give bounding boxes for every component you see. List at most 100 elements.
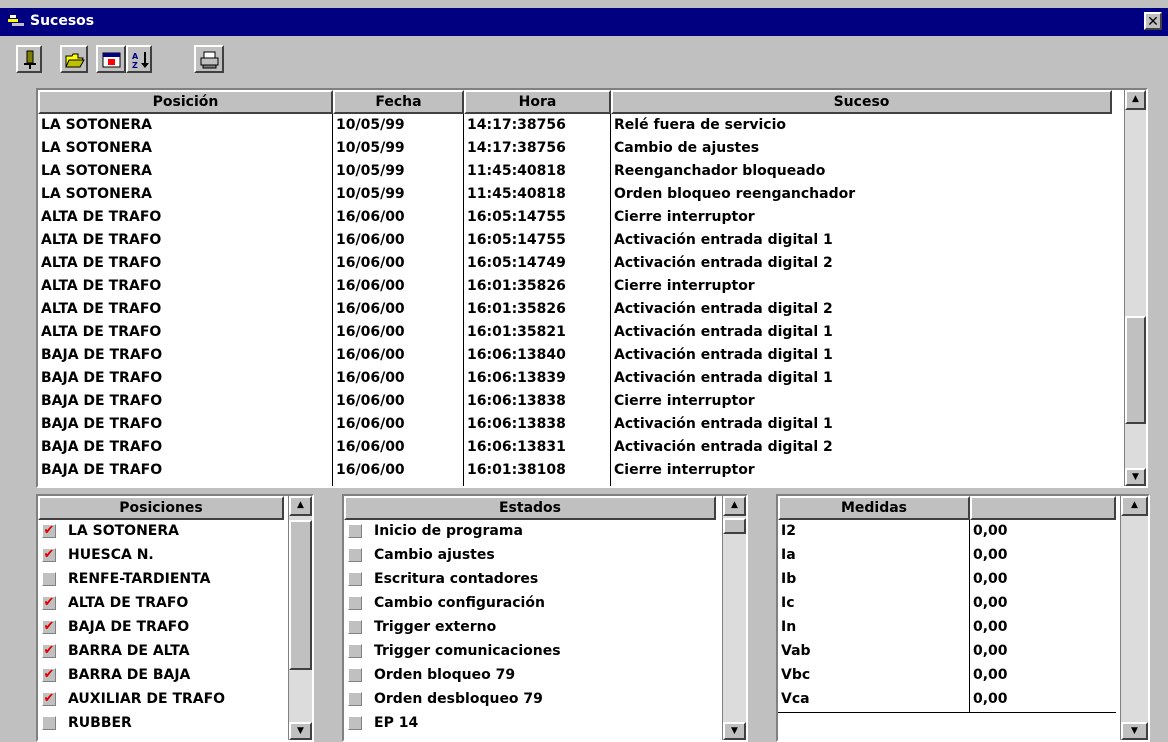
checked-checkbox-icon[interactable]: ✔ [42, 644, 56, 658]
table-row[interactable]: ALTA DE TRAFO 16/06/00 16:01:35821 Activaci… [38, 321, 1112, 344]
list-item-label: Orden desbloqueo 79 [374, 691, 543, 707]
cell-posicion: BAJA DE TRAFO [41, 347, 163, 363]
table-row[interactable]: BAJA DE TRAFO 16/06/00 16:06:13839 Activaci… [38, 367, 1112, 390]
scroll-thumb[interactable] [723, 518, 746, 534]
cell-hora: 16:01:35821 [467, 324, 566, 340]
checkbox-icon[interactable] [348, 596, 362, 610]
cell-hora: 16:01:35826 [467, 278, 566, 294]
checkbox-icon[interactable] [348, 548, 362, 562]
list-item[interactable]: ✔ BAJA DE TRAFO [38, 616, 286, 639]
scroll-thumb[interactable] [1125, 316, 1146, 424]
checkbox-icon[interactable] [348, 572, 362, 586]
cell-fecha: 16/06/00 [336, 439, 405, 455]
table-row[interactable]: LA SOTONERA 10/05/99 11:45:40818 Reengancha… [38, 160, 1112, 183]
measure-name: Vbc [781, 667, 811, 683]
cell-suceso: Activación entrada digital 2 [614, 301, 833, 317]
list-item[interactable]: ✔ LA SOTONERA [38, 520, 286, 543]
list-item[interactable]: Trigger externo [344, 616, 718, 639]
table-row[interactable]: LA SOTONERA 10/05/99 14:17:38756 Relé fuera… [38, 114, 1112, 137]
cell-hora: 16:06:13840 [467, 347, 566, 363]
sort-icon: A Z [132, 52, 149, 70]
measure-value: 0,00 [973, 691, 1008, 707]
checkbox-icon[interactable] [348, 620, 362, 634]
table-row[interactable]: ALTA DE TRAFO 16/06/00 16:01:35826 Activaci… [38, 298, 1112, 321]
sort-button[interactable]: A Z [126, 45, 152, 73]
open-button[interactable] [60, 45, 88, 73]
checked-checkbox-icon[interactable]: ✔ [42, 524, 56, 538]
close-button[interactable]: ✕ [1144, 12, 1162, 30]
list-item-label: Cambio ajustes [374, 547, 495, 563]
list-item[interactable]: ✔ ALTA DE TRAFO [38, 592, 286, 615]
list-item[interactable]: Cambio configuración [344, 592, 718, 615]
col-header-posicion[interactable]: Posición [38, 90, 333, 114]
measure-row: Vbc 0,00 [778, 664, 1116, 687]
table-row[interactable]: BAJA DE TRAFO 16/06/00 16:06:13838 Cierre i… [38, 390, 1112, 413]
checked-checkbox-icon[interactable]: ✔ [42, 596, 56, 610]
measure-value: 0,00 [973, 667, 1008, 683]
list-item[interactable]: ✔ BARRA DE ALTA [38, 640, 286, 663]
checkbox-icon[interactable] [42, 716, 56, 730]
table-row[interactable]: ALTA DE TRAFO 16/06/00 16:05:14749 Activaci… [38, 252, 1112, 275]
checkbox-icon[interactable] [348, 524, 362, 538]
print-button[interactable] [194, 45, 224, 73]
column-divider [969, 520, 970, 712]
calendar-button[interactable] [96, 45, 126, 73]
cell-suceso: Reenganchador bloqueado [614, 163, 826, 179]
scroll-up-button[interactable]: ▲ [289, 496, 312, 516]
checked-checkbox-icon[interactable]: ✔ [42, 620, 56, 634]
list-item[interactable]: ✔ HUESCA N. [38, 544, 286, 567]
table-row[interactable]: ALTA DE TRAFO 16/06/00 16:01:35826 Cierre i… [38, 275, 1112, 298]
list-item[interactable]: ✔ BARRA DE BAJA [38, 664, 286, 687]
col-header-suceso[interactable]: Suceso [611, 90, 1112, 114]
checkbox-icon[interactable] [348, 668, 362, 682]
table-row[interactable]: ALTA DE TRAFO 16/06/00 16:05:14755 Cierre i… [38, 206, 1112, 229]
checkbox-icon[interactable] [348, 692, 362, 706]
list-item[interactable]: RENFE-TARDIENTA [38, 568, 286, 591]
checked-checkbox-icon[interactable]: ✔ [42, 548, 56, 562]
scroll-down-button[interactable]: ▼ [1121, 722, 1148, 740]
list-item[interactable]: RUBBER [38, 712, 286, 735]
checked-checkbox-icon[interactable]: ✔ [42, 692, 56, 706]
scroll-down-button[interactable]: ▼ [723, 722, 746, 740]
measures-scrollbar[interactable]: ▲ ▼ [1120, 496, 1148, 740]
checkbox-icon[interactable] [348, 716, 362, 730]
cell-fecha: 16/06/00 [336, 232, 405, 248]
list-item[interactable]: Orden desbloqueo 79 [344, 688, 718, 711]
list-item[interactable]: Orden bloqueo 79 [344, 664, 718, 687]
checkbox-icon[interactable] [42, 572, 56, 586]
cell-fecha: 10/05/99 [336, 163, 405, 179]
cell-posicion: ALTA DE TRAFO [41, 255, 162, 271]
events-scrollbar[interactable]: ▲ ▼ [1124, 90, 1146, 486]
scroll-up-button[interactable]: ▲ [1121, 496, 1148, 516]
table-row[interactable]: ALTA DE TRAFO 16/06/00 16:05:14755 Activaci… [38, 229, 1112, 252]
states-scrollbar[interactable]: ▲ ▼ [722, 496, 746, 740]
table-row[interactable]: BAJA DE TRAFO 16/06/00 16:06:13840 Activaci… [38, 344, 1112, 367]
positions-scrollbar[interactable]: ▲ ▼ [288, 496, 312, 740]
list-item[interactable]: Inicio de programa [344, 520, 718, 543]
exit-button[interactable] [16, 45, 42, 73]
checkbox-icon[interactable] [348, 644, 362, 658]
col-header-fecha[interactable]: Fecha [333, 90, 464, 114]
cell-hora: 16:06:13838 [467, 416, 566, 432]
scroll-down-button[interactable]: ▼ [1125, 468, 1146, 486]
table-row[interactable]: BAJA DE TRAFO 16/06/00 16:06:13838 Activaci… [38, 413, 1112, 436]
list-item[interactable]: Cambio ajustes [344, 544, 718, 567]
checked-checkbox-icon[interactable]: ✔ [42, 668, 56, 682]
scroll-thumb[interactable] [289, 520, 312, 670]
list-item[interactable]: ✔ AUXILIAR DE TRAFO [38, 688, 286, 711]
scroll-up-button[interactable]: ▲ [723, 496, 746, 516]
col-header-hora[interactable]: Hora [464, 90, 611, 114]
scroll-up-button[interactable]: ▲ [1125, 90, 1146, 110]
table-row[interactable]: BAJA DE TRAFO 16/06/00 16:06:13831 Activaci… [38, 436, 1112, 459]
measure-row: In 0,00 [778, 616, 1116, 639]
scroll-down-button[interactable]: ▼ [289, 722, 312, 740]
table-row[interactable]: BAJA DE TRAFO 16/06/00 16:01:38108 Cierre i… [38, 459, 1112, 482]
list-item[interactable]: EP 14 [344, 712, 718, 735]
table-row[interactable]: LA SOTONERA 10/05/99 11:45:40818 Orden bloq… [38, 183, 1112, 206]
cell-hora: 16:05:14755 [467, 232, 566, 248]
list-item[interactable]: Escritura contadores [344, 568, 718, 591]
table-row[interactable]: LA SOTONERA 10/05/99 14:17:38756 Cambio de … [38, 137, 1112, 160]
cell-hora: 16:05:14755 [467, 209, 566, 225]
list-item[interactable]: Trigger comunicaciones [344, 640, 718, 663]
positions-list: ✔ LA SOTONERA ✔ HUESCA N. RENFE-TARDIENTA ✔ AL… [38, 520, 286, 740]
